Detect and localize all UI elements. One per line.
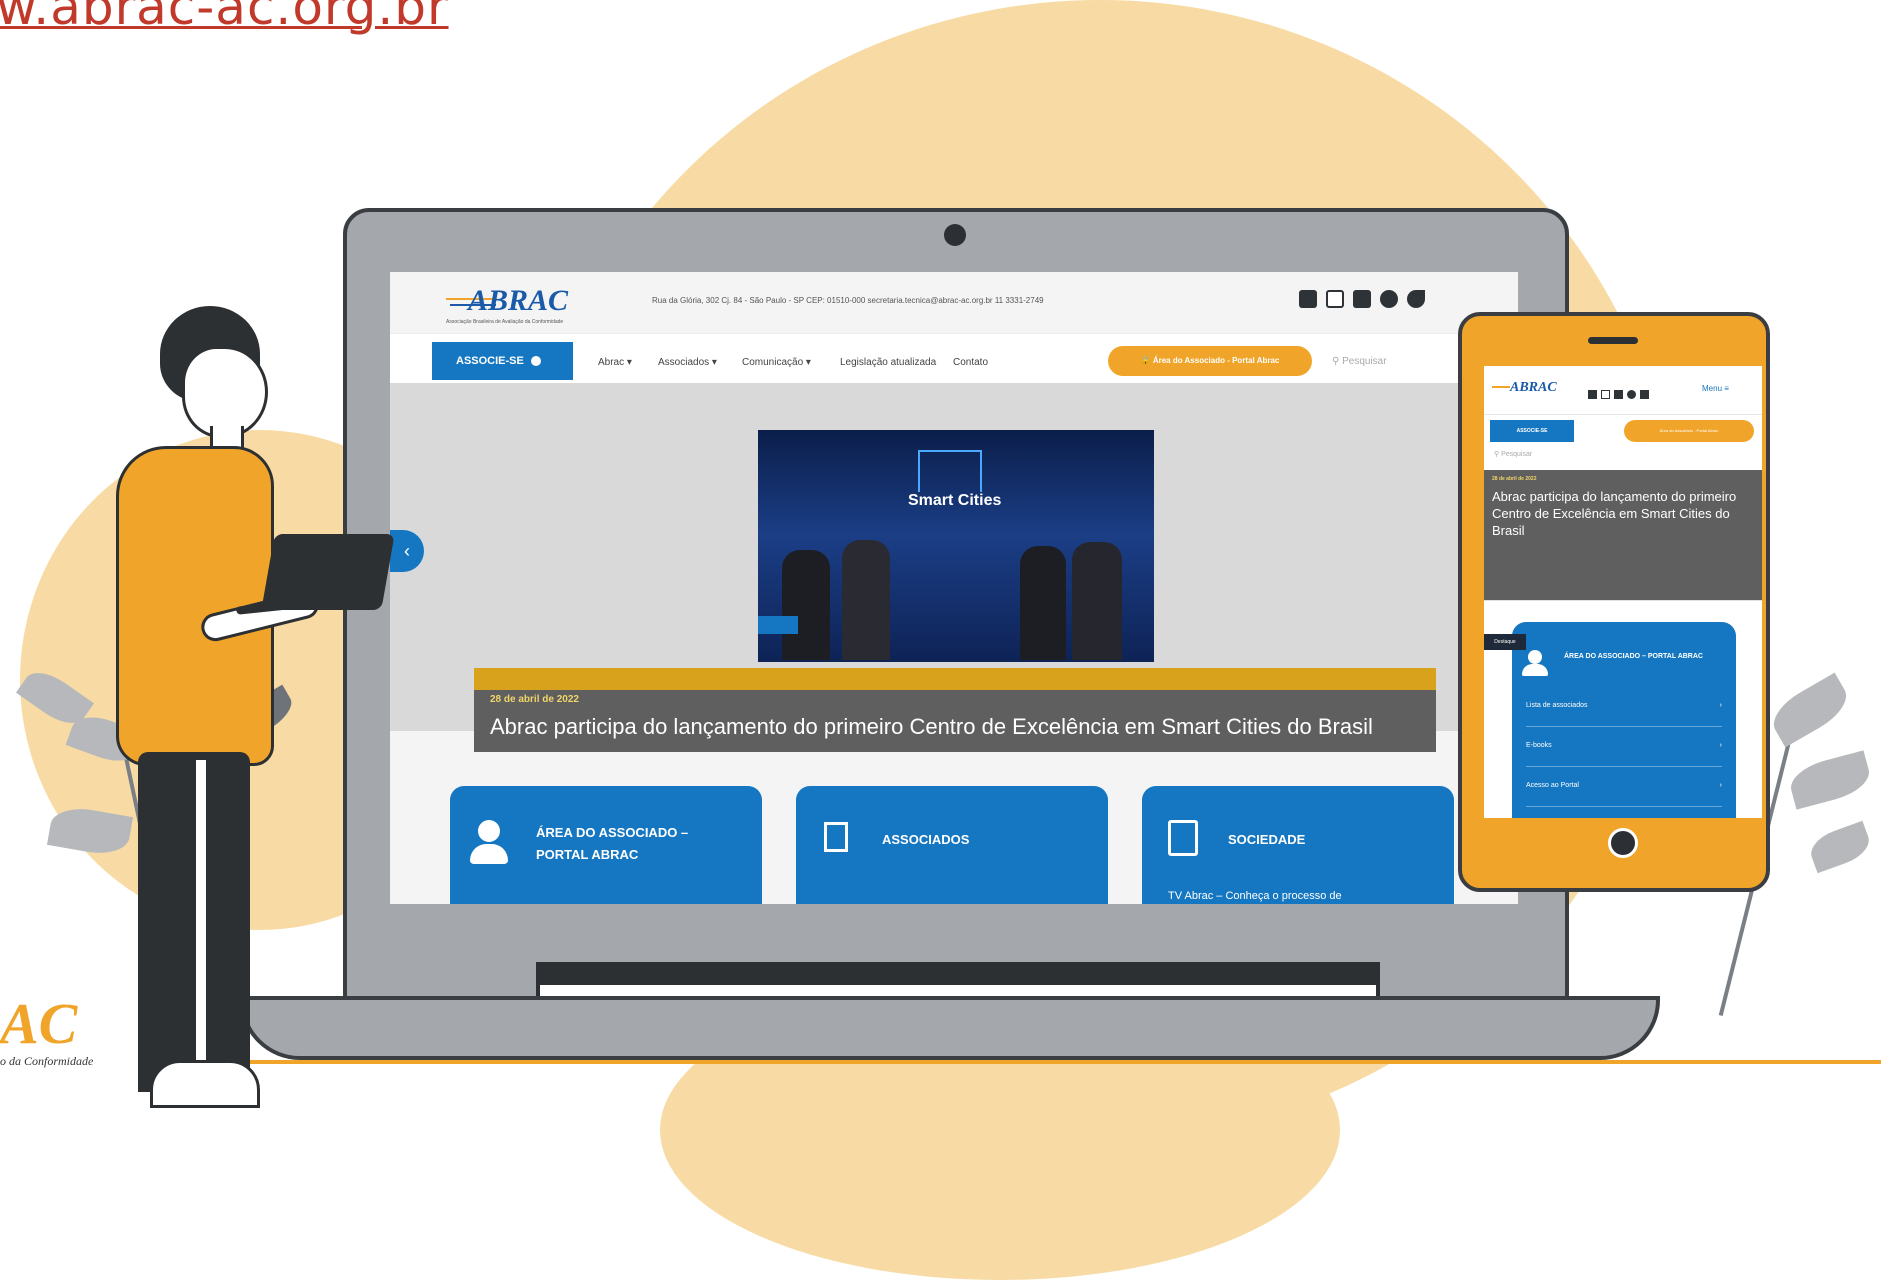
associe-se-label: ASSOCIE-SE (456, 355, 524, 367)
hero-image-text: Smart Cities (908, 492, 1002, 509)
card-text[interactable]: TV Abrac – Conheça o processo de (1168, 890, 1342, 902)
building-icon (824, 822, 848, 852)
linkedin-icon[interactable] (1299, 290, 1317, 308)
search-placeholder: Pesquisar (1342, 356, 1387, 367)
lock-icon: 🔒 (1140, 356, 1153, 365)
nav-item-comunicacao[interactable]: Comunicação ▾ (742, 357, 811, 368)
website-url[interactable]: w.abrac-ac.org.br (0, 0, 449, 36)
mobile-associe-button[interactable]: ASSOCIE-SE (1490, 420, 1574, 442)
twitter-icon[interactable] (1407, 290, 1425, 308)
card-area-associado[interactable]: ÁREA DO ASSOCIADO – PORTAL ABRAC (450, 786, 762, 904)
card-sociedade[interactable]: SOCIEDADE TV Abrac – Conheça o processo … (1142, 786, 1454, 904)
mobile-menu-button[interactable]: Menu ≡ (1702, 384, 1729, 393)
mobile-logo[interactable]: ABRAC (1510, 380, 1557, 396)
ground-line (148, 1060, 1881, 1064)
mobile-card-title: ÁREA DO ASSOCIADO – PORTAL ABRAC (1564, 653, 1703, 660)
phone-home-button[interactable] (1608, 828, 1638, 858)
chevron-right-icon: › (1719, 782, 1722, 789)
logo-tagline: Associação Brasileira de Avaliação da Co… (446, 319, 564, 325)
check-circle-icon (530, 356, 541, 367)
hero-title[interactable]: Abrac participa do lançamento do primeir… (490, 714, 1373, 740)
mobile-card-row[interactable]: Acesso ao Portal › (1526, 766, 1722, 807)
instagram-icon[interactable] (1326, 290, 1344, 308)
mobile-portal-button[interactable]: Área do Associado - Portal Abrac (1624, 420, 1754, 442)
portal-abrac-button[interactable]: 🔒 Área do Associado - Portal Abrac (1108, 346, 1312, 376)
logo-text: ABRAC (468, 284, 569, 317)
youtube-icon[interactable] (1614, 390, 1623, 399)
mobile-card-row[interactable]: E-books › (1526, 726, 1722, 767)
row-label: Lista de associados (1526, 702, 1588, 709)
mobile-hero-title[interactable]: Abrac participa do lançamento do primeir… (1492, 488, 1754, 539)
linkedin-icon[interactable] (1588, 390, 1597, 399)
search-icon: ⚲ (1332, 356, 1343, 367)
caption-band (474, 668, 1436, 690)
card-associados[interactable]: ASSOCIADOS (796, 786, 1108, 904)
mobile-search[interactable]: ⚲ Pesquisar (1494, 450, 1532, 458)
footer-logo: AC (0, 991, 78, 1056)
phone-screen: ABRAC Menu ≡ ASSOCIE-SE Área do Associad… (1484, 366, 1762, 818)
main-nav: ASSOCIE-SE Abrac ▾ Associados ▾ Comunica… (390, 333, 1518, 384)
laptop-screen: ABRAC Associação Brasileira de Avaliação… (390, 272, 1518, 904)
instagram-icon[interactable] (1601, 390, 1610, 399)
card-title: SOCIEDADE (1228, 832, 1306, 847)
nav-item-contato[interactable]: Contato (953, 357, 988, 368)
portal-button-label: Área do Associado - Portal Abrac (1152, 356, 1280, 365)
footer-tagline: o da Conformidade (0, 1054, 94, 1068)
card-title: ÁREA DO ASSOCIADO – PORTAL ABRAC (536, 825, 689, 862)
phone-speaker (1588, 337, 1638, 344)
laptop-camera (944, 224, 966, 246)
pants-gap (196, 760, 206, 1090)
associe-se-button[interactable]: ASSOCIE-SE (432, 342, 573, 380)
shoes (150, 1060, 260, 1108)
hero-image[interactable]: Smart Cities (758, 430, 1154, 662)
mobile-social-links (1588, 386, 1649, 404)
twitter-icon[interactable] (1640, 390, 1649, 399)
nav-item-legislacao[interactable]: Legislação atualizada (840, 357, 936, 368)
document-pen-icon (1168, 820, 1198, 856)
mobile-hero-date: 28 de abril de 2022 (1492, 476, 1537, 482)
head (182, 346, 268, 438)
facebook-icon[interactable] (1627, 390, 1636, 399)
user-check-icon (478, 820, 500, 842)
mobile-card-tag: Destaque (1484, 634, 1526, 650)
youtube-icon[interactable] (1353, 290, 1371, 308)
pants (138, 752, 250, 1092)
user-check-icon (1528, 650, 1542, 664)
hero-date: 28 de abril de 2022 (490, 694, 579, 705)
row-label: Acesso ao Portal (1526, 782, 1579, 789)
nav-item-abrac[interactable]: Abrac ▾ (598, 357, 632, 368)
social-links (1290, 290, 1425, 313)
hamburger-icon: ≡ (1724, 384, 1729, 393)
chevron-right-icon: › (1719, 742, 1722, 749)
menu-label: Menu (1702, 384, 1723, 393)
header-contact: Rua da Glória, 302 Cj. 84 - São Paulo - … (652, 296, 1044, 305)
laptop-base (240, 996, 1660, 1060)
facebook-icon[interactable] (1380, 290, 1398, 308)
card-title: ASSOCIADOS (882, 832, 970, 847)
chevron-right-icon: › (1719, 702, 1722, 709)
search-placeholder: Pesquisar (1501, 451, 1533, 458)
row-label: E-books (1526, 742, 1552, 749)
mobile-card-row[interactable]: Lista de associados › (1526, 686, 1722, 727)
mobile-card-associado[interactable]: ÁREA DO ASSOCIADO – PORTAL ABRAC Lista d… (1512, 622, 1736, 818)
search-field[interactable]: ⚲ Pesquisar (1332, 356, 1387, 367)
nav-item-associados[interactable]: Associados ▾ (658, 357, 717, 368)
